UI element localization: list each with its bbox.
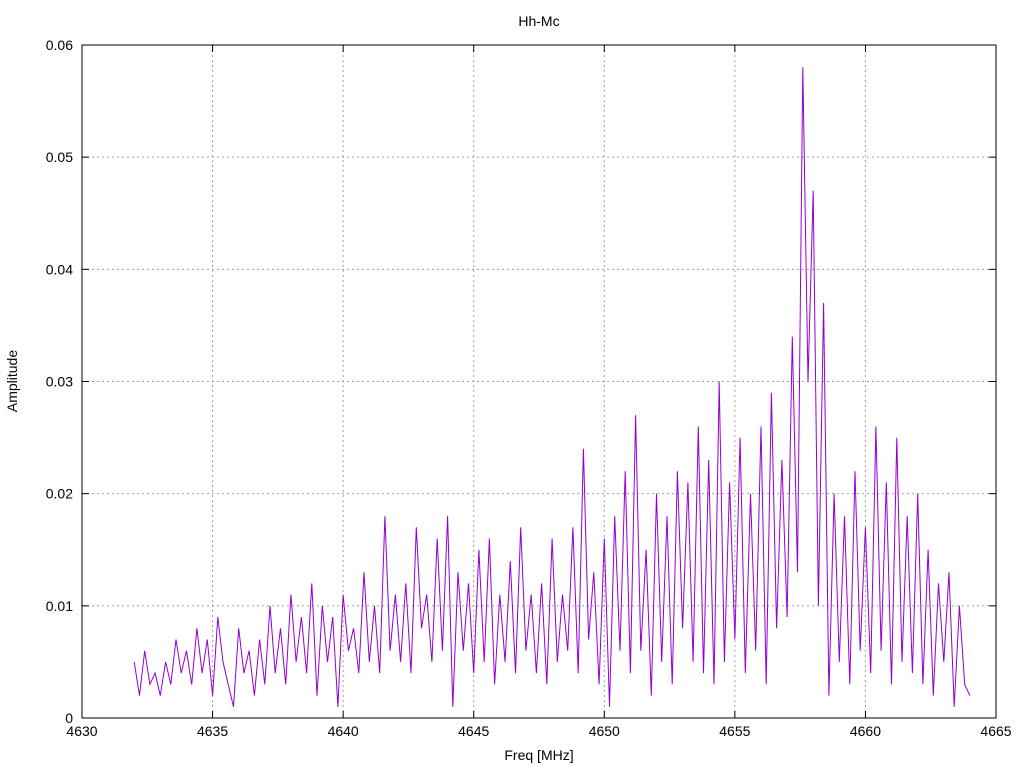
- y-tick-label: 0.04: [46, 261, 73, 277]
- x-tick-label: 4635: [197, 723, 228, 739]
- x-tick-label: 4665: [980, 723, 1011, 739]
- y-tick-label: 0.06: [46, 37, 73, 53]
- chart: 4630 4635 4640 4645 4650 4655 4660 4665 0 0.01 0.0…: [0, 0, 1024, 768]
- x-tick-label: 4655: [719, 723, 750, 739]
- y-tick-label: 0.05: [46, 149, 73, 165]
- y-tick-label: 0: [65, 710, 73, 726]
- ticks: 4630 4635 4640 4645 4650 4655 4660 466500.010.0…: [46, 37, 1012, 739]
- y-tick-label: 0.02: [46, 486, 73, 502]
- y-tick-label: 0.01: [46, 598, 73, 614]
- x-tick-label: 4650: [589, 723, 620, 739]
- y-axis-label: Amplitude: [4, 350, 20, 412]
- x-tick-label: 4640: [328, 723, 359, 739]
- series-line-hh-mc: [133, 67, 971, 707]
- y-tick-label: 0.03: [46, 374, 73, 390]
- x-axis-label: Freq [MHz]: [504, 747, 573, 763]
- x-tick-label: 4660: [850, 723, 881, 739]
- chart-svg: 4630 4635 4640 4645 4650 4655 4660 466500.010.0…: [4, 13, 1012, 763]
- x-tick-label: 4645: [458, 723, 489, 739]
- chart-title: Hh-Mc: [518, 13, 559, 29]
